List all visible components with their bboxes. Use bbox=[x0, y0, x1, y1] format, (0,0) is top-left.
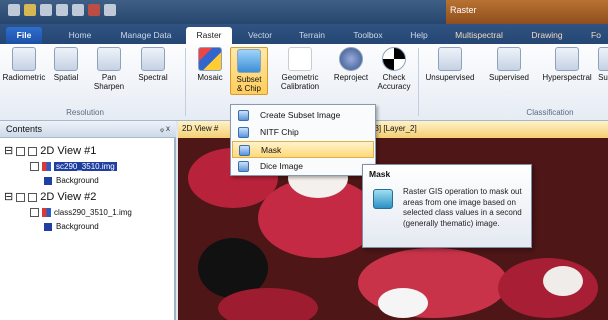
pan-sharpen-icon bbox=[97, 47, 121, 71]
tree-background-2[interactable]: Background bbox=[44, 222, 99, 231]
mask-icon bbox=[373, 189, 393, 209]
tree-item-view2[interactable]: ⊟ 2D View #2 bbox=[4, 190, 96, 203]
reproject-icon bbox=[339, 47, 363, 71]
radiometric-button[interactable]: Radiometric bbox=[2, 47, 46, 82]
app-icon[interactable] bbox=[8, 4, 20, 16]
background-icon bbox=[44, 176, 52, 185]
spectral-button[interactable]: Spectral bbox=[134, 47, 172, 82]
mask-tooltip: Mask Raster GIS operation to mask out ar… bbox=[362, 164, 532, 248]
unsupervised-icon bbox=[438, 47, 462, 71]
raster-layer-icon bbox=[42, 162, 51, 172]
view-icon bbox=[28, 192, 38, 202]
context-group-label: Raster bbox=[450, 5, 477, 15]
subset-chip-button[interactable]: Subset & Chip bbox=[230, 47, 268, 95]
su-button[interactable]: Su bbox=[598, 47, 608, 82]
application-window: Raster File Home Manage Data Raster Vect… bbox=[0, 0, 608, 320]
menu-item-mask[interactable]: Mask bbox=[232, 141, 374, 158]
tooltip-body: Raster GIS operation to mask out areas f… bbox=[403, 187, 522, 228]
group-separator bbox=[185, 48, 186, 116]
resolution-group-label: Resolution bbox=[66, 108, 104, 117]
reproject-button[interactable]: Reproject bbox=[330, 47, 372, 82]
supervised-button[interactable]: Supervised bbox=[484, 47, 534, 82]
create-subset-icon bbox=[238, 110, 249, 121]
hyperspectral-icon bbox=[555, 47, 579, 71]
subset-chip-menu: Create Subset Image NITF Chip Mask Dice … bbox=[230, 104, 376, 176]
pointer-icon[interactable] bbox=[88, 4, 100, 16]
quick-access-toolbar bbox=[8, 4, 116, 16]
map-feature bbox=[378, 288, 428, 318]
spatial-icon bbox=[54, 47, 78, 71]
dice-image-icon bbox=[238, 161, 249, 172]
contents-pane: Contents ᵩ x ⊟ 2D View #1 sc290_3510.img… bbox=[0, 121, 176, 320]
dropdown-icon[interactable] bbox=[104, 4, 116, 16]
spatial-button[interactable]: Spatial bbox=[48, 47, 84, 82]
tab-file[interactable]: File bbox=[6, 27, 42, 44]
nitf-chip-icon bbox=[238, 127, 249, 138]
undo-icon[interactable] bbox=[56, 4, 68, 16]
supervised-icon bbox=[497, 47, 521, 71]
tooltip-title: Mask bbox=[369, 169, 391, 179]
tab-multispectral[interactable]: Multispectral bbox=[448, 27, 510, 44]
radiometric-icon bbox=[12, 47, 36, 71]
tab-2d-view[interactable]: 2D View # bbox=[182, 124, 218, 133]
check-accuracy-icon bbox=[382, 47, 406, 71]
unsupervised-button[interactable]: Unsupervised bbox=[420, 47, 480, 82]
checkbox-icon[interactable] bbox=[16, 146, 26, 156]
tab-home[interactable]: Home bbox=[60, 27, 100, 44]
contents-header: Contents ᵩ x bbox=[0, 121, 176, 138]
menu-item-dice-image[interactable]: Dice Image bbox=[232, 158, 374, 175]
background-icon bbox=[44, 222, 52, 231]
ribbon-tab-row: File Home Manage Data Raster Vector Terr… bbox=[0, 24, 608, 44]
tab-terrain[interactable]: Terrain bbox=[290, 27, 334, 44]
su-icon bbox=[598, 47, 608, 71]
view-icon bbox=[28, 146, 38, 156]
mosaic-icon bbox=[198, 47, 222, 71]
tree-item-view1[interactable]: ⊟ 2D View #1 bbox=[4, 144, 96, 157]
check-accuracy-button[interactable]: Check Accuracy bbox=[374, 47, 414, 91]
classification-group-label: Classification bbox=[526, 108, 574, 117]
geometric-calibration-icon bbox=[288, 47, 312, 71]
tab-toolbox[interactable]: Toolbox bbox=[344, 27, 392, 44]
save-icon[interactable] bbox=[40, 4, 52, 16]
tab-manage-data[interactable]: Manage Data bbox=[114, 27, 178, 44]
group-separator bbox=[418, 48, 419, 116]
menu-item-nitf-chip[interactable]: NITF Chip bbox=[232, 124, 374, 141]
map-feature bbox=[543, 266, 583, 296]
geometric-calibration-button[interactable]: Geometric Calibration bbox=[272, 47, 328, 91]
spectral-icon bbox=[141, 47, 165, 71]
subset-chip-icon bbox=[237, 49, 261, 73]
contents-title: Contents bbox=[6, 124, 43, 134]
open-icon[interactable] bbox=[24, 4, 36, 16]
tab-vector[interactable]: Vector bbox=[240, 27, 280, 44]
tree-background-1[interactable]: Background bbox=[44, 176, 99, 185]
checkbox-icon[interactable] bbox=[30, 208, 39, 218]
tab-drawing[interactable]: Drawing bbox=[524, 27, 570, 44]
map-feature bbox=[218, 288, 318, 320]
tab-format[interactable]: Fo bbox=[584, 27, 608, 44]
checkbox-icon[interactable] bbox=[30, 162, 39, 172]
tab-raster[interactable]: Raster bbox=[186, 27, 232, 44]
checkbox-icon[interactable] bbox=[16, 192, 26, 202]
hyperspectral-button[interactable]: Hyperspectral bbox=[538, 47, 596, 82]
pin-close-icon[interactable]: ᵩ x bbox=[160, 124, 170, 133]
mosaic-button[interactable]: Mosaic bbox=[192, 47, 228, 82]
raster-layer-icon bbox=[42, 208, 51, 218]
tab-layer-2[interactable]: _3] [Layer_2] bbox=[370, 124, 417, 133]
pan-sharpen-button[interactable]: Pan Sharpen bbox=[90, 47, 128, 91]
mask-icon bbox=[239, 145, 250, 156]
tree-layer-1[interactable]: sc290_3510.img bbox=[30, 162, 117, 172]
title-bar: Raster bbox=[0, 0, 608, 24]
menu-item-create-subset[interactable]: Create Subset Image bbox=[232, 107, 374, 124]
redo-icon[interactable] bbox=[72, 4, 84, 16]
tab-help[interactable]: Help bbox=[404, 27, 434, 44]
tree-layer-2[interactable]: class290_3510_1.img bbox=[30, 208, 132, 218]
